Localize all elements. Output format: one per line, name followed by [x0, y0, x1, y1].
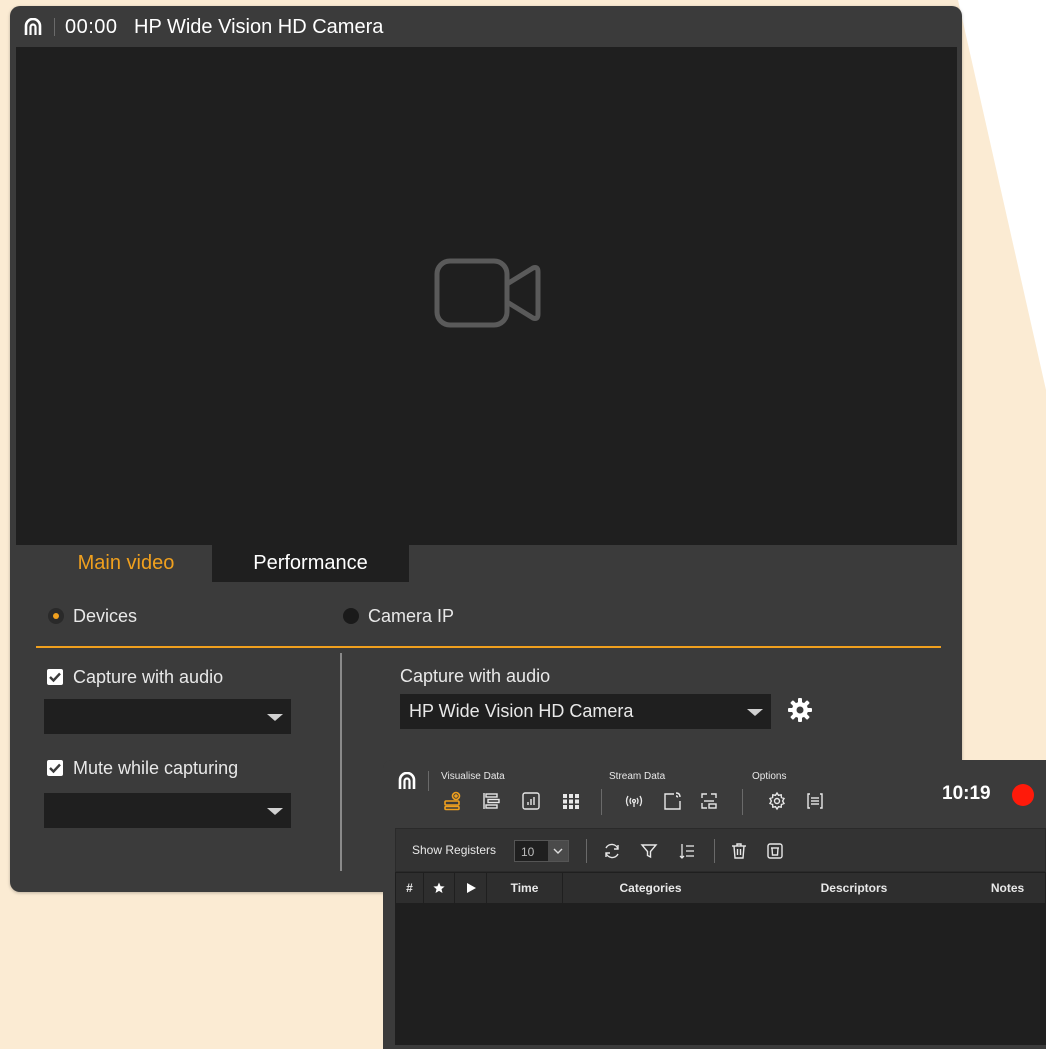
video-camera-icon: [434, 258, 541, 328]
chevron-down-icon: [548, 841, 568, 861]
group-options: Options: [752, 771, 787, 782]
options-gear-icon[interactable]: [767, 791, 787, 811]
check-icon[interactable]: [47, 760, 63, 776]
toolbar-separator: [586, 839, 587, 863]
col-categories[interactable]: Categories: [563, 873, 738, 903]
camera-name: HP Wide Vision HD Camera: [134, 16, 384, 38]
group-stream-data: Stream Data: [609, 771, 666, 782]
video-preview: [16, 47, 957, 545]
column-divider: [340, 653, 342, 871]
recording-time: 00:00: [65, 16, 118, 38]
filter-icon[interactable]: [639, 841, 659, 861]
col-notes[interactable]: Notes: [970, 873, 1045, 903]
capture-audio-label: Capture with audio: [73, 666, 224, 687]
stream-window-icon[interactable]: [662, 791, 682, 811]
app-logo-icon: [398, 772, 416, 789]
clock: 10:19: [942, 783, 991, 804]
audio-device-select[interactable]: [44, 699, 291, 734]
record-icon[interactable]: [1012, 784, 1034, 806]
chevron-down-icon: [267, 713, 283, 721]
star-icon: [433, 882, 445, 893]
delete-all-icon[interactable]: [765, 841, 785, 861]
camera-select[interactable]: HP Wide Vision HD Camera: [400, 694, 771, 729]
col-play[interactable]: [455, 873, 487, 903]
broadcast-icon[interactable]: [624, 791, 644, 811]
radio-devices[interactable]: Devices: [48, 604, 137, 628]
camera-select-value: HP Wide Vision HD Camera: [409, 701, 634, 721]
mute-device-select[interactable]: [44, 793, 291, 828]
radio-camera-ip-indicator[interactable]: [343, 608, 359, 624]
group-visualise-data: Visualise Data: [441, 771, 505, 782]
timeline-icon[interactable]: [481, 791, 501, 811]
stream-layout-icon[interactable]: [699, 791, 719, 811]
delete-icon[interactable]: [729, 841, 749, 861]
radio-camera-ip-label: Camera IP: [368, 605, 455, 626]
tab-performance[interactable]: Performance: [212, 545, 409, 582]
capture-audio-heading: Capture with audio: [400, 666, 551, 686]
list-settings-icon[interactable]: [805, 791, 825, 811]
show-registers-label: Show Registers: [412, 843, 497, 857]
check-icon[interactable]: [47, 669, 63, 685]
registers-table-header: # Time Categories Descriptors Notes: [395, 872, 1046, 904]
tab-main-video[interactable]: Main video: [56, 545, 196, 582]
registers-toolbar: Show Registers 10: [395, 828, 1046, 872]
radio-devices-label: Devices: [73, 605, 138, 626]
app-logo-icon: [24, 18, 42, 35]
chart-icon[interactable]: [521, 791, 541, 811]
col-number[interactable]: #: [396, 873, 424, 903]
title-separator: [54, 18, 55, 36]
mute-label: Mute while capturing: [73, 757, 239, 778]
settings-gear-icon[interactable]: [786, 696, 814, 724]
registers-view-icon[interactable]: [443, 791, 463, 811]
toolbar-separator: [742, 789, 743, 815]
source-divider: [36, 646, 941, 648]
radio-devices-indicator[interactable]: [48, 608, 64, 624]
data-window: Visualise Data Stream Data Options 10:19…: [383, 760, 1046, 1049]
registers-count-value: 10: [521, 845, 535, 859]
toolbar-separator: [601, 789, 602, 815]
mute-checkbox[interactable]: Mute while capturing: [47, 756, 238, 780]
capture-audio-checkbox[interactable]: Capture with audio: [47, 665, 223, 689]
radio-camera-ip[interactable]: Camera IP: [343, 604, 454, 628]
grid-icon[interactable]: [561, 791, 581, 811]
col-favorite[interactable]: [424, 873, 455, 903]
toolbar-separator: [714, 839, 715, 863]
refresh-icon[interactable]: [602, 841, 622, 861]
col-time[interactable]: Time: [487, 873, 563, 903]
sort-list-icon[interactable]: [677, 841, 697, 861]
chevron-down-icon: [267, 807, 283, 815]
chevron-down-icon: [747, 708, 763, 716]
col-descriptors[interactable]: Descriptors: [738, 873, 970, 903]
camera-title-bar: 00:00 HP Wide Vision HD Camera: [10, 6, 962, 47]
registers-count-select[interactable]: 10: [514, 840, 569, 862]
logo-separator: [428, 771, 429, 791]
registers-table-body: [395, 904, 1046, 1045]
play-icon: [466, 883, 476, 893]
